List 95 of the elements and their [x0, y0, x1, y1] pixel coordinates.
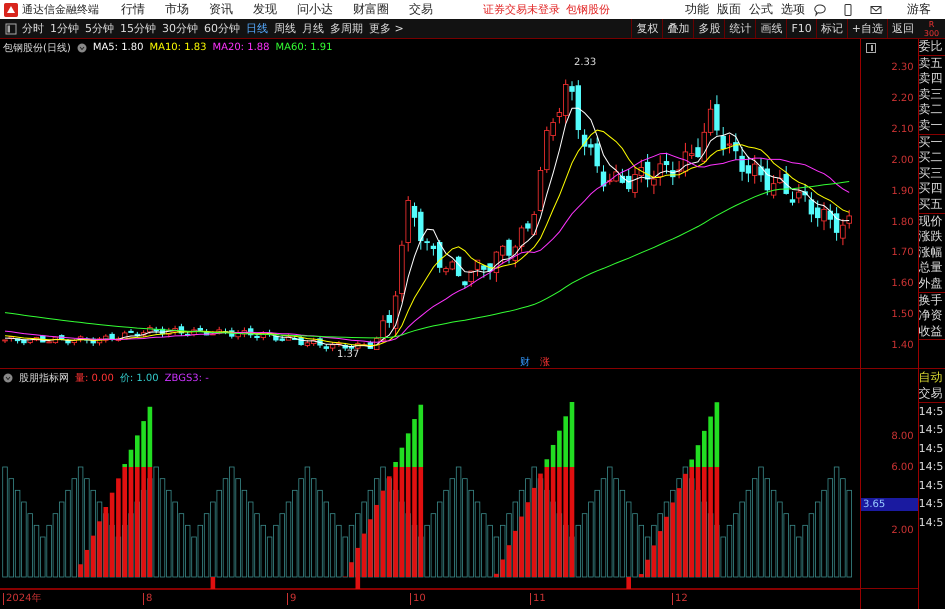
menu-item[interactable]: 公式	[749, 1, 773, 18]
quote-field-label: 外盘	[918, 276, 944, 292]
period-tab[interactable]: 60分钟	[204, 21, 240, 36]
dropdown-icon[interactable]	[76, 42, 87, 52]
menu-item[interactable]: 行情	[121, 1, 145, 18]
trade-time: 14:5	[918, 514, 944, 531]
menu-item[interactable]: 财富圈	[353, 1, 389, 18]
price-axis-label: 1.60	[891, 277, 914, 290]
indicator-axis-label: 6.00	[891, 461, 914, 474]
price-axis-label: 1.90	[891, 184, 914, 198]
quote-field-label: 卖三	[918, 86, 944, 102]
quote-field-label: 委比	[918, 39, 944, 55]
period-tab[interactable]: 1分钟	[50, 21, 79, 36]
date-axis-label: 11	[530, 593, 546, 605]
price-axis-label: 1.70	[891, 246, 914, 260]
quote-field-label: 买一	[918, 134, 944, 150]
chat-bubble-icon[interactable]	[813, 2, 827, 16]
quote-field-label: 现价	[918, 214, 944, 230]
corner-value: 300	[924, 28, 940, 38]
trade-time: 14:5	[918, 478, 944, 494]
quote-field-label: 买三	[918, 166, 944, 182]
period-tab[interactable]: 多周期	[330, 21, 363, 36]
indicator-legend: ZBGS3: -	[164, 372, 209, 384]
period-tab[interactable]: 周线	[274, 21, 296, 36]
period-tab[interactable]: 30分钟	[162, 21, 198, 36]
quote-field-label: 净资	[918, 308, 944, 324]
menu-item[interactable]: 问小达	[297, 1, 333, 18]
corner-label: R	[928, 20, 934, 28]
indicator-legend: 量: 0.00	[75, 371, 114, 385]
menu-item[interactable]: 选项	[781, 1, 805, 18]
indicator-legend: 价: 1.00	[120, 371, 159, 385]
ma-legend: MA20: 1.88	[212, 42, 270, 53]
trade-time: 14:5	[918, 496, 944, 512]
trade-time: 14:5	[918, 459, 944, 476]
period-tab[interactable]: 日线	[246, 21, 268, 36]
quote-field-label: 收益	[918, 324, 944, 340]
quote-field-label: 卖二	[918, 102, 944, 118]
menu-item[interactable]: 发现	[253, 1, 277, 18]
quote-field-label: 买四	[918, 181, 944, 197]
app-logo-icon	[4, 2, 18, 16]
trade-time: 14:5	[918, 422, 944, 438]
date-axis-label: 8	[143, 593, 152, 605]
indicator-title: 股朋指标网	[19, 372, 69, 385]
low-price-label: 1.37	[337, 349, 360, 360]
quote-field-label: 卖五	[918, 56, 944, 72]
menu-item[interactable]: 资讯	[209, 1, 233, 18]
trade-time: 14:5	[918, 440, 944, 457]
date-axis-label: 2024年	[3, 593, 42, 605]
dropdown-icon[interactable]	[3, 373, 13, 383]
ma-legend: MA10: 1.83	[149, 42, 206, 53]
quote-field-label: 卖一	[918, 118, 944, 134]
menu-item[interactable]: 市场	[165, 1, 189, 18]
event-marker[interactable]: 财	[520, 355, 530, 369]
price-axis-label: 2.30	[891, 61, 914, 74]
auto-mode-label[interactable]: 自动	[918, 369, 945, 386]
date-axis-label: 10	[410, 593, 426, 605]
trade-time: 14:5	[918, 404, 944, 420]
price-axis-label: 2.20	[891, 92, 914, 105]
quote-field-label: 总量	[918, 260, 944, 276]
menu-item[interactable]: 版面	[717, 1, 741, 18]
period-tab[interactable]: 月线	[302, 21, 324, 36]
ma-legend: MA60: 1.91	[276, 42, 333, 53]
menu-item[interactable]: 交易	[409, 1, 433, 18]
period-tab[interactable]: 15分钟	[120, 21, 156, 36]
login-notice: 证券交易未登录	[483, 2, 560, 17]
quote-field-label: 卖四	[918, 71, 944, 87]
date-axis-label: 12	[672, 593, 688, 605]
current-value-badge: 3.65	[861, 498, 918, 512]
sidebar-toggle-icon[interactable]	[5, 22, 17, 34]
price-axis-label: 2.10	[891, 122, 914, 136]
indicator-axis-label: 8.00	[891, 430, 914, 443]
quote-field-label: 买五	[918, 196, 944, 213]
high-price-label: 2.33	[574, 57, 596, 68]
app-title: 通达信金融终端	[22, 2, 99, 17]
price-axis-label: 1.80	[891, 216, 914, 228]
ma-legend: MA5: 1.80	[92, 42, 144, 53]
indicator-axis-label: 2.00	[891, 524, 914, 538]
quote-field-label: 买二	[918, 150, 944, 166]
price-axis-label: 1.50	[891, 308, 914, 322]
stock-link[interactable]: 包钢股份	[566, 2, 610, 17]
date-axis-label: 9	[287, 593, 296, 605]
user-label[interactable]: 游客	[907, 1, 931, 18]
price-axis-label: 2.00	[891, 154, 914, 167]
period-tab[interactable]: 更多 >	[369, 21, 404, 36]
period-tab[interactable]: 5分钟	[85, 21, 114, 36]
menu-item[interactable]: 功能	[685, 1, 709, 18]
period-tab[interactable]: 分时	[22, 21, 44, 36]
quote-field-label: 涨跌	[918, 229, 944, 245]
quote-field-label: 换手	[918, 292, 944, 308]
event-marker[interactable]: 涨	[540, 355, 550, 369]
panel-toggle-icon[interactable]	[866, 43, 876, 53]
quote-field-label: 涨幅	[918, 244, 944, 260]
chart-title: 包钢股份(日线)	[3, 42, 71, 54]
trade-title: 交易	[918, 386, 945, 403]
price-axis-label: 1.40	[891, 339, 914, 352]
